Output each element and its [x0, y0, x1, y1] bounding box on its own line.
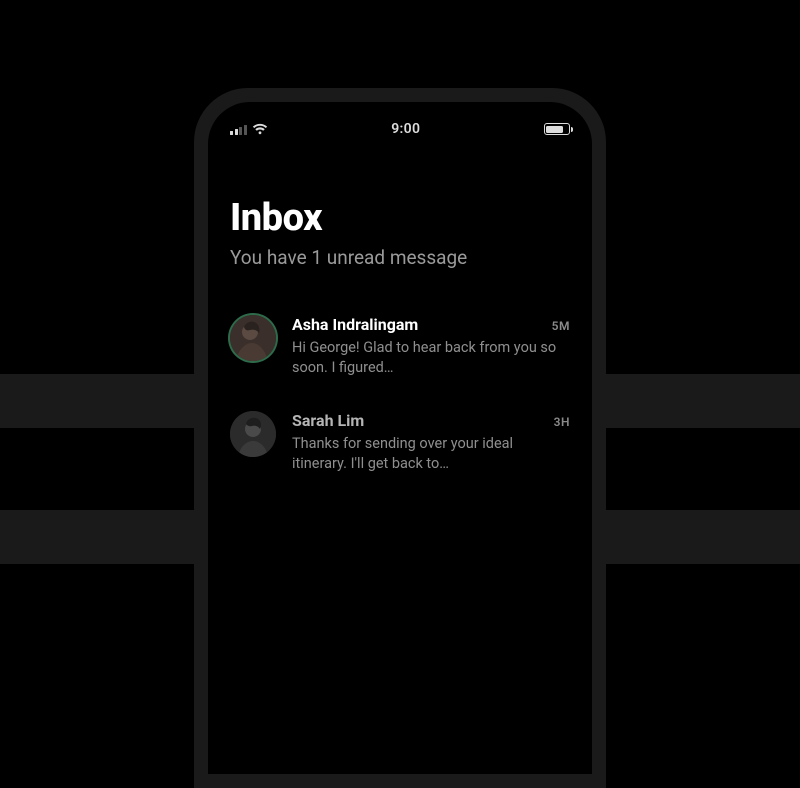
page-title: Inbox [230, 196, 570, 240]
battery-icon [544, 123, 570, 135]
message-time: 5M [552, 319, 570, 333]
phone-frame: 9:00 Inbox You have 1 unread message [194, 88, 606, 788]
message-body: Asha Indralingam 5M Hi George! Glad to h… [292, 315, 570, 377]
message-preview: Thanks for sending over your ideal itine… [292, 434, 570, 473]
avatar [230, 315, 276, 361]
cellular-signal-icon [230, 124, 247, 135]
message-body: Sarah Lim 3H Thanks for sending over you… [292, 411, 570, 473]
message-preview: Hi George! Glad to hear back from you so… [292, 338, 570, 377]
message-time: 3H [554, 415, 570, 429]
sender-name: Sarah Lim [292, 411, 364, 430]
status-bar: 9:00 [230, 118, 570, 140]
status-left [230, 123, 268, 135]
status-right [544, 123, 570, 135]
status-time: 9:00 [391, 121, 420, 137]
message-row[interactable]: Sarah Lim 3H Thanks for sending over you… [230, 411, 570, 473]
phone-screen: 9:00 Inbox You have 1 unread message [208, 102, 592, 774]
message-list: Asha Indralingam 5M Hi George! Glad to h… [230, 315, 570, 473]
page-subtitle: You have 1 unread message [230, 246, 570, 269]
sender-name: Asha Indralingam [292, 315, 418, 334]
wifi-icon [252, 123, 268, 135]
message-row[interactable]: Asha Indralingam 5M Hi George! Glad to h… [230, 315, 570, 377]
avatar [230, 411, 276, 457]
page-header: Inbox You have 1 unread message [230, 196, 570, 269]
